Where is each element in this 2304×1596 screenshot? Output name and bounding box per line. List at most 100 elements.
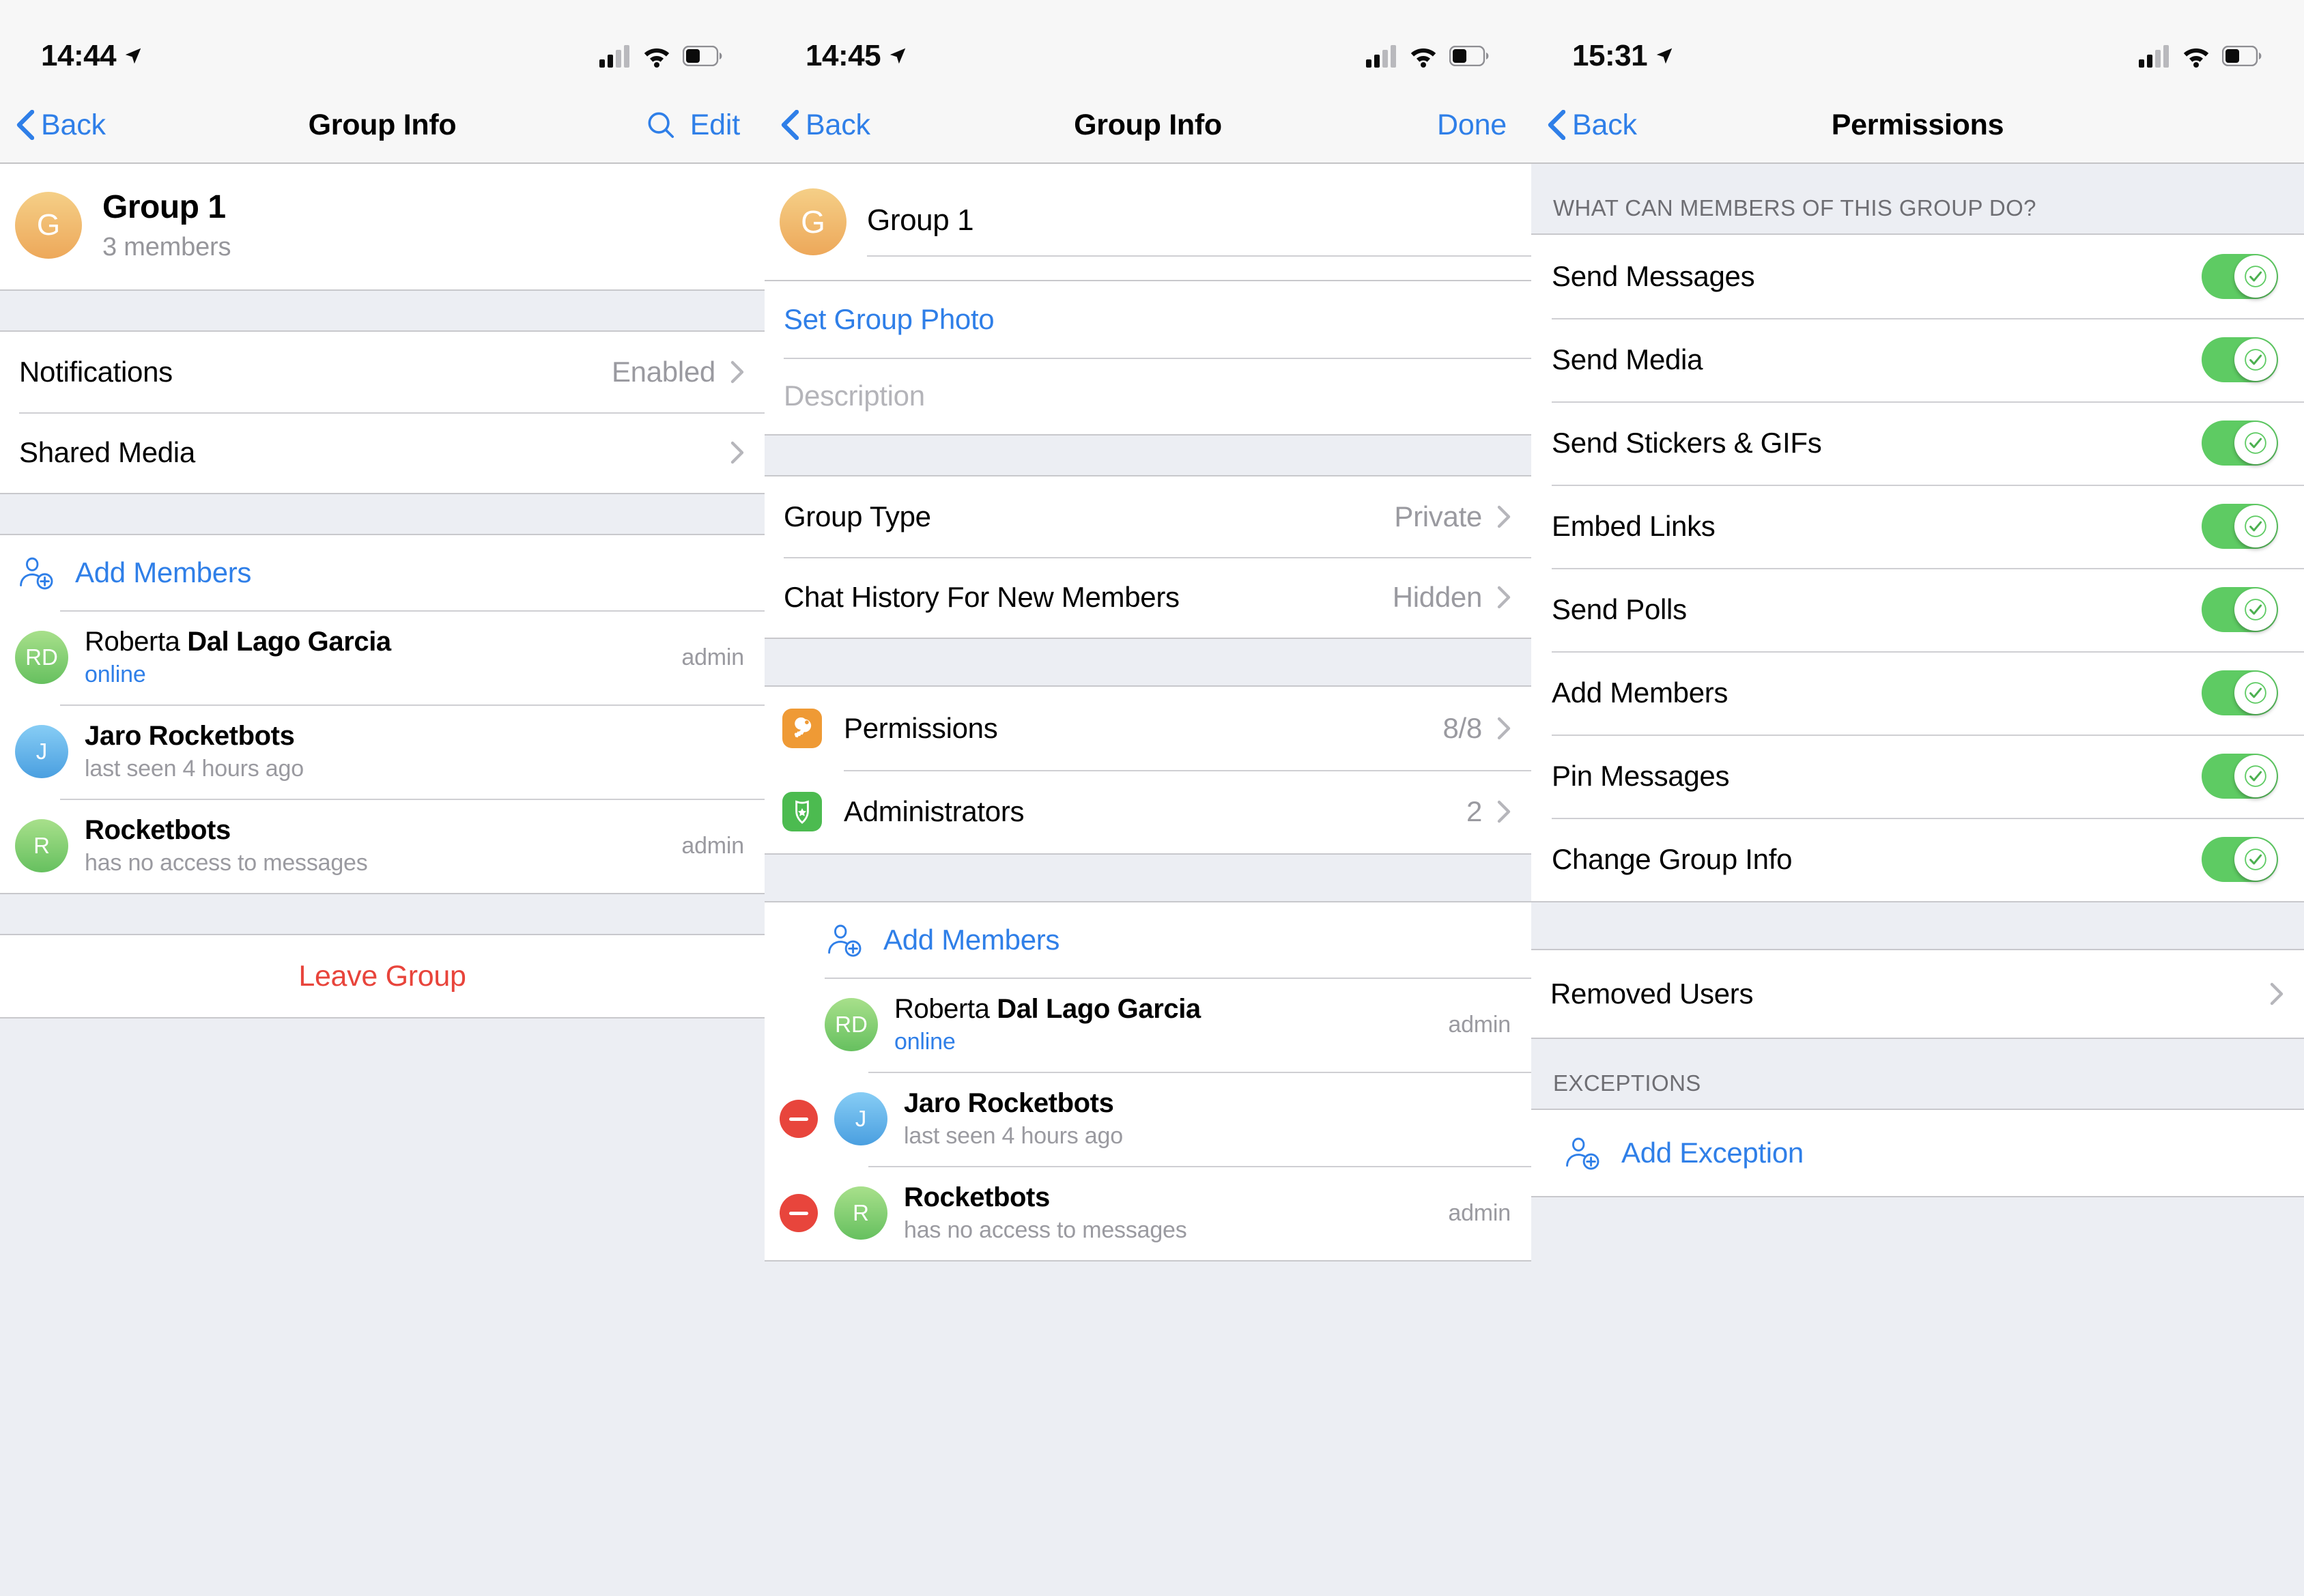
member-row[interactable]: RD Roberta Dal Lago Garcia online admin xyxy=(0,610,765,704)
row-value: Hidden xyxy=(1392,581,1483,613)
permission-toggle[interactable] xyxy=(2202,337,2278,382)
row-notifications[interactable]: Notifications Enabled xyxy=(0,332,765,412)
section-header-exceptions: EXCEPTIONS xyxy=(1531,1038,2304,1110)
location-arrow-icon xyxy=(890,48,906,64)
status-right xyxy=(2139,44,2262,68)
member-row[interactable]: R Rocketbots has no access to messages a… xyxy=(0,799,765,893)
permission-toggle[interactable] xyxy=(2202,754,2278,799)
search-icon[interactable] xyxy=(645,109,677,141)
permission-toggle[interactable] xyxy=(2202,587,2278,632)
group-avatar[interactable]: G xyxy=(780,188,847,255)
chevron-right-icon xyxy=(730,360,744,384)
row-administrators[interactable]: Administrators 2 xyxy=(765,770,1531,853)
add-members-button[interactable]: Add Members xyxy=(0,535,765,610)
group-edit-header: G xyxy=(765,164,1531,280)
member-name: Jaro Rocketbots xyxy=(85,721,304,752)
row-chat-history[interactable]: Chat History For New Members Hidden xyxy=(765,557,1531,638)
back-button[interactable]: Back xyxy=(16,109,106,142)
toggle-knob xyxy=(2234,672,2277,714)
member-last-name: Dal Lago Garcia xyxy=(997,994,1201,1024)
screenshot-root: 14:44 Back Group Info Edit G Group 1 3 m… xyxy=(0,0,2304,1596)
row-removed-users[interactable]: Removed Users xyxy=(1531,950,2304,1038)
member-status: has no access to messages xyxy=(85,850,368,876)
add-members-button[interactable]: Add Members xyxy=(765,902,1531,978)
member-text: Jaro Rocketbots last seen 4 hours ago xyxy=(85,721,304,782)
content-scroll[interactable]: G Set Group Photo Description Group Type xyxy=(765,164,1531,1596)
permission-toggle[interactable] xyxy=(2202,837,2278,882)
permission-row-change-group-info[interactable]: Change Group Info xyxy=(1531,818,2304,901)
leave-group-button[interactable]: Leave Group xyxy=(0,935,765,1017)
members-group: Add Members RD Roberta Dal Lago Garcia o… xyxy=(765,902,1531,1260)
permission-row-pin-messages[interactable]: Pin Messages xyxy=(1531,735,2304,818)
permission-label: Send Stickers & GIFs xyxy=(1552,427,1822,459)
permissions-group: Send Messages Send Media Send Stickers &… xyxy=(1531,235,2304,901)
add-exception-button[interactable]: Add Exception xyxy=(1531,1110,2304,1196)
permission-toggle[interactable] xyxy=(2202,254,2278,299)
permission-row-embed-links[interactable]: Embed Links xyxy=(1531,485,2304,568)
content-scroll[interactable]: G Group 1 3 members Notifications Enable… xyxy=(0,164,765,1596)
edit-button[interactable]: Edit xyxy=(690,109,740,142)
check-icon xyxy=(2245,849,2266,870)
page-title: Permissions xyxy=(1831,108,2004,141)
row-label: Administrators xyxy=(844,795,1025,827)
screen-permissions: 15:31 Back Permissions WHAT CAN MEMBERS … xyxy=(1531,0,2304,1596)
chevron-left-icon xyxy=(1548,110,1565,140)
battery-icon xyxy=(683,46,722,66)
add-user-icon xyxy=(828,924,862,957)
group-type-group: Group Type Private Chat History For New … xyxy=(765,476,1531,638)
member-status: last seen 4 hours ago xyxy=(904,1123,1123,1149)
description-field[interactable]: Description xyxy=(765,358,1531,434)
nav-bar: Back Group Info Edit xyxy=(0,87,765,164)
remove-member-button[interactable] xyxy=(780,1100,818,1138)
member-row[interactable]: R Rocketbots has no access to messages a… xyxy=(765,1166,1531,1260)
back-button[interactable]: Back xyxy=(781,109,870,142)
toggle-knob xyxy=(2234,339,2277,381)
permission-row-send-stickers-gifs[interactable]: Send Stickers & GIFs xyxy=(1531,401,2304,485)
member-role-badge: admin xyxy=(1448,1199,1511,1226)
remove-member-button[interactable] xyxy=(780,1194,818,1232)
member-text: Rocketbots has no access to messages xyxy=(85,815,368,877)
permission-row-add-members[interactable]: Add Members xyxy=(1531,651,2304,735)
toggle-knob xyxy=(2234,588,2277,631)
add-members-label: Add Members xyxy=(75,556,252,588)
description-placeholder: Description xyxy=(784,380,925,412)
group-header[interactable]: G Group 1 3 members xyxy=(0,164,765,289)
member-row[interactable]: RD Roberta Dal Lago Garcia online admin xyxy=(765,978,1531,1072)
toggle-knob xyxy=(2234,755,2277,797)
set-group-photo-button[interactable]: Set Group Photo xyxy=(765,281,1531,358)
row-label: Notifications xyxy=(19,356,173,388)
chevron-right-icon xyxy=(1497,505,1511,528)
toggle-knob xyxy=(2234,255,2277,298)
member-role-badge: admin xyxy=(1448,1011,1511,1038)
back-button[interactable]: Back xyxy=(1548,109,1637,142)
permission-toggle[interactable] xyxy=(2202,670,2278,715)
permission-row-send-media[interactable]: Send Media xyxy=(1531,318,2304,401)
permission-row-send-polls[interactable]: Send Polls xyxy=(1531,568,2304,651)
member-row[interactable]: J Jaro Rocketbots last seen 4 hours ago xyxy=(0,704,765,799)
row-shared-media[interactable]: Shared Media xyxy=(0,412,765,493)
chevron-right-icon xyxy=(1497,800,1511,823)
permission-toggle[interactable] xyxy=(2202,421,2278,466)
section-gap xyxy=(1531,901,2304,950)
content-scroll[interactable]: WHAT CAN MEMBERS OF THIS GROUP DO? Send … xyxy=(1531,164,2304,1596)
status-bar: 14:44 xyxy=(0,0,765,87)
row-group-type[interactable]: Group Type Private xyxy=(765,476,1531,557)
permission-row-send-messages[interactable]: Send Messages xyxy=(1531,235,2304,318)
section-header-members-can: WHAT CAN MEMBERS OF THIS GROUP DO? xyxy=(1531,164,2304,235)
member-row[interactable]: J Jaro Rocketbots last seen 4 hours ago xyxy=(765,1072,1531,1166)
check-icon xyxy=(2245,432,2266,454)
row-permissions[interactable]: Permissions 8/8 xyxy=(765,687,1531,770)
status-time: 15:31 xyxy=(1572,39,1648,72)
add-exception-label: Add Exception xyxy=(1621,1137,1804,1169)
member-text: Jaro Rocketbots last seen 4 hours ago xyxy=(904,1088,1123,1150)
group-name-input[interactable] xyxy=(867,203,1531,257)
done-button[interactable]: Done xyxy=(1437,109,1507,142)
status-left: 15:31 xyxy=(1572,39,1675,73)
member-name: Roberta Dal Lago Garcia xyxy=(85,627,391,657)
member-role-badge: admin xyxy=(681,644,744,670)
group-avatar: G xyxy=(15,192,82,259)
key-icon xyxy=(782,709,822,748)
avatar-initials: R xyxy=(33,833,50,858)
permission-toggle[interactable] xyxy=(2202,504,2278,549)
member-full-name: Jaro Rocketbots xyxy=(85,721,295,751)
